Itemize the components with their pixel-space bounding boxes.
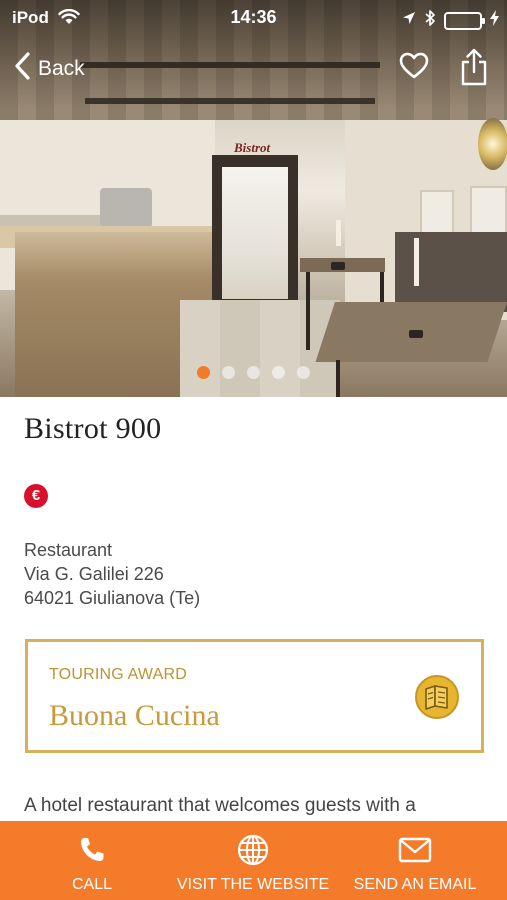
phone-icon xyxy=(77,834,107,866)
pager-dot[interactable] xyxy=(297,366,310,379)
pager-dot[interactable] xyxy=(272,366,285,379)
share-button[interactable] xyxy=(460,48,488,91)
photo-table-leg xyxy=(336,360,340,397)
award-name: Buona Cucina xyxy=(49,699,220,732)
photo-pager[interactable] xyxy=(197,366,310,379)
photo-candle-holder xyxy=(409,330,423,338)
status-right xyxy=(402,9,499,32)
photo-candle xyxy=(414,238,419,286)
chevron-left-icon xyxy=(14,52,30,85)
photo-candle xyxy=(336,220,341,246)
charging-bolt-icon xyxy=(490,10,499,31)
back-label: Back xyxy=(38,56,85,80)
venue-title: Bistrot 900 xyxy=(24,412,162,445)
award-book-icon xyxy=(414,674,460,725)
visit-website-button[interactable]: VISIT THE WEBSITE xyxy=(172,821,334,900)
pager-dot[interactable] xyxy=(222,366,235,379)
send-email-button[interactable]: SEND AN EMAIL xyxy=(350,821,480,900)
award-label: TOURING AWARD xyxy=(49,666,188,683)
envelope-icon xyxy=(398,834,432,866)
venue-city: 64021 Giulianova (Te) xyxy=(24,588,201,608)
photo-lamp xyxy=(478,118,507,170)
venue-address: Restaurant Via G. Galilei 226 64021 Giul… xyxy=(24,538,200,610)
visit-website-label: VISIT THE WEBSITE xyxy=(176,876,330,893)
photo-sign: Bistrot xyxy=(234,140,271,155)
photo-candle-holder xyxy=(331,262,345,270)
price-badge: € xyxy=(24,484,48,508)
photo-table-leg xyxy=(306,272,310,350)
send-email-label: SEND AN EMAIL xyxy=(353,876,477,893)
call-label: CALL xyxy=(71,876,113,893)
photo-doorway-inner xyxy=(222,167,288,299)
call-button[interactable]: CALL xyxy=(52,821,132,900)
share-icon xyxy=(460,48,488,90)
pager-dot[interactable] xyxy=(197,366,210,379)
venue-description: A hotel restaurant that welcomes guests … xyxy=(24,795,416,816)
pager-dot[interactable] xyxy=(247,366,260,379)
venue-street: Via G. Galilei 226 xyxy=(24,564,164,584)
photo-picture-frame xyxy=(420,190,454,234)
back-button[interactable]: Back xyxy=(14,52,85,85)
favorite-button[interactable] xyxy=(399,52,429,84)
battery-icon xyxy=(444,11,485,30)
action-bar: CALL VISIT THE WEBSITE SEND AN EMAIL xyxy=(0,821,507,900)
photo-floor xyxy=(180,300,340,397)
globe-icon xyxy=(237,834,269,866)
status-bar: iPod 14:36 xyxy=(0,0,507,34)
photo-coffee-machine xyxy=(100,188,152,228)
award-card: TOURING AWARD Buona Cucina xyxy=(25,639,484,753)
location-arrow-icon xyxy=(402,11,416,30)
photo-table-leg xyxy=(380,272,384,302)
photo-bench xyxy=(395,232,507,312)
heart-icon xyxy=(399,52,429,83)
bluetooth-icon xyxy=(424,9,436,32)
venue-category: Restaurant xyxy=(24,540,113,560)
